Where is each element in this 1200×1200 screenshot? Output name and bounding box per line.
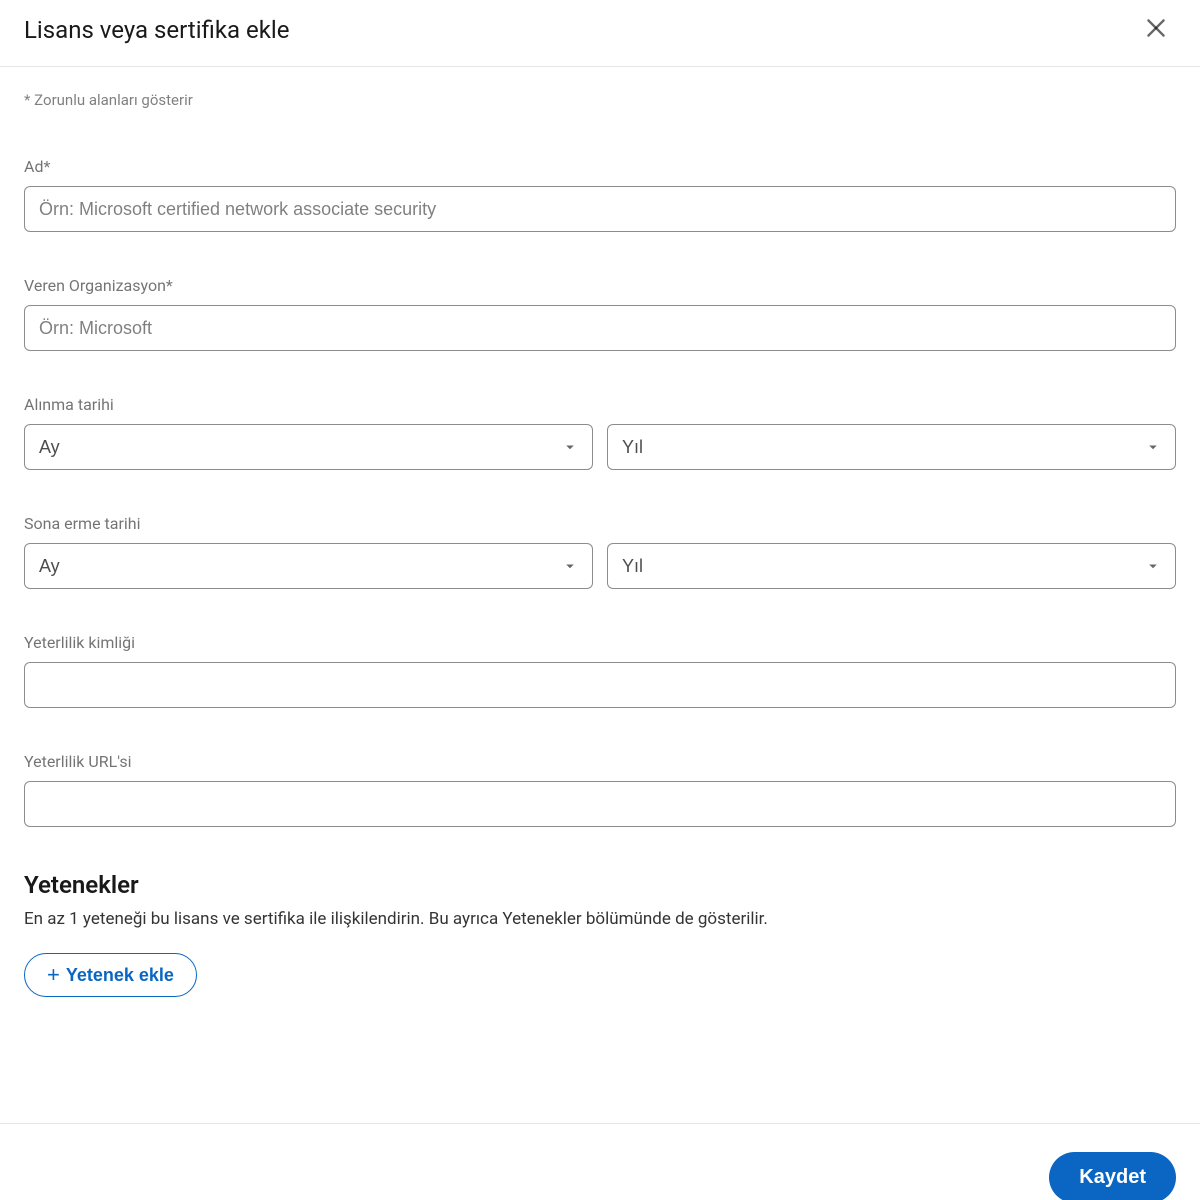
- plus-icon: +: [47, 964, 60, 986]
- modal-body: * Zorunlu alanları gösterir Ad* Veren Or…: [0, 67, 1200, 1123]
- organization-label: Veren Organizasyon*: [24, 276, 1176, 295]
- field-expiration-date: Sona erme tarihi Ay Yıl: [24, 514, 1176, 589]
- modal-title: Lisans veya sertifika ekle: [24, 16, 289, 44]
- add-license-modal: Lisans veya sertifika ekle * Zorunlu ala…: [0, 0, 1200, 1200]
- expiration-date-label: Sona erme tarihi: [24, 514, 1176, 533]
- credential-url-label: Yeterlilik URL'si: [24, 752, 1176, 771]
- issue-month-select[interactable]: Ay: [24, 424, 593, 470]
- save-button[interactable]: Kaydet: [1049, 1152, 1176, 1200]
- add-skill-button[interactable]: + Yetenek ekle: [24, 953, 197, 997]
- field-credential-id: Yeterlilik kimliği: [24, 633, 1176, 708]
- name-label: Ad*: [24, 157, 1176, 176]
- exp-year-wrap: Yıl: [607, 543, 1176, 589]
- field-credential-url: Yeterlilik URL'si: [24, 752, 1176, 827]
- credential-id-label: Yeterlilik kimliği: [24, 633, 1176, 652]
- expiration-date-row: Ay Yıl: [24, 543, 1176, 589]
- issue-date-row: Ay Yıl: [24, 424, 1176, 470]
- required-fields-note: * Zorunlu alanları gösterir: [24, 91, 1176, 109]
- issue-month-wrap: Ay: [24, 424, 593, 470]
- issue-date-label: Alınma tarihi: [24, 395, 1176, 414]
- add-skill-label: Yetenek ekle: [66, 965, 174, 986]
- save-button-wrap: Kaydet: [1049, 1144, 1176, 1200]
- issue-year-wrap: Yıl: [607, 424, 1176, 470]
- modal-footer: Kaydet: [0, 1123, 1200, 1200]
- field-name: Ad*: [24, 157, 1176, 232]
- exp-year-select[interactable]: Yıl: [607, 543, 1176, 589]
- close-button[interactable]: [1136, 10, 1176, 50]
- skills-heading: Yetenekler: [24, 871, 1176, 899]
- name-input[interactable]: [24, 186, 1176, 232]
- field-organization: Veren Organizasyon*: [24, 276, 1176, 351]
- credential-url-input[interactable]: [24, 781, 1176, 827]
- exp-month-select[interactable]: Ay: [24, 543, 593, 589]
- credential-id-input[interactable]: [24, 662, 1176, 708]
- exp-month-wrap: Ay: [24, 543, 593, 589]
- issue-year-select[interactable]: Yıl: [607, 424, 1176, 470]
- modal-header: Lisans veya sertifika ekle: [0, 0, 1200, 67]
- field-issue-date: Alınma tarihi Ay Yıl: [24, 395, 1176, 470]
- skills-description: En az 1 yeteneği bu lisans ve sertifika …: [24, 909, 1176, 929]
- close-icon: [1143, 15, 1169, 45]
- organization-input[interactable]: [24, 305, 1176, 351]
